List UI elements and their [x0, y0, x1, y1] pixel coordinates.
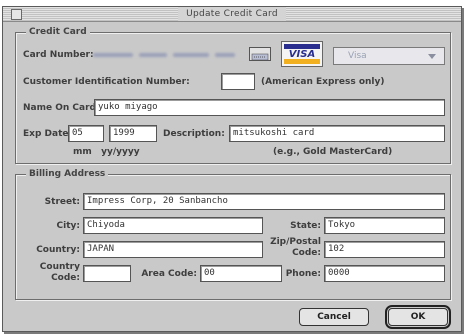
country-code-label-line2: Code: — [51, 273, 80, 283]
card-number-label: Card Number: — [23, 50, 94, 60]
phone-label: Phone: — [285, 269, 321, 279]
country-code-field[interactable] — [83, 265, 131, 282]
ok-button[interactable]: OK — [385, 305, 451, 329]
description-field[interactable]: mitsukoshi card — [229, 125, 445, 142]
street-label: Street: — [44, 197, 80, 207]
cancel-button[interactable]: Cancel — [299, 308, 369, 326]
exp-month-field[interactable]: 05 — [68, 125, 104, 142]
card-number-redacted — [85, 49, 241, 61]
exp-year-field[interactable]: 1999 — [109, 125, 157, 142]
city-label: City: — [56, 221, 80, 231]
country-field[interactable]: JAPAN — [83, 241, 263, 258]
exp-date-label: Exp Date: — [23, 129, 73, 139]
name-on-card-field[interactable]: yuko miyago — [94, 99, 445, 116]
visa-logo: VISA — [281, 41, 323, 67]
city-field[interactable]: Chiyoda — [83, 217, 263, 234]
area-code-field[interactable]: 00 — [200, 265, 282, 282]
window-title: Update Credit Card — [178, 7, 286, 21]
phone-field[interactable]: 0000 — [324, 265, 445, 282]
state-field[interactable]: Tokyo — [324, 217, 445, 234]
billing-address-group-title: Billing Address — [26, 168, 109, 180]
update-credit-card-dialog: Update Credit Card Credit Card Card Numb… — [2, 6, 462, 332]
zip-label-line2: Code: — [292, 248, 321, 258]
street-field[interactable]: Impress Corp, 20 Sanbancho — [83, 193, 445, 210]
area-code-label: Area Code: — [141, 269, 197, 279]
customer-id-field[interactable] — [221, 73, 255, 90]
customer-id-note: (American Express only) — [261, 77, 385, 87]
zip-field[interactable]: 102 — [324, 241, 445, 258]
exp-date-hint: mm yy/yyyy — [73, 147, 140, 157]
chevron-down-icon — [428, 54, 436, 59]
country-label: Country: — [36, 245, 80, 255]
card-type-value: Visa — [348, 51, 367, 61]
card-reader-icon[interactable] — [249, 47, 271, 61]
description-hint: (e.g., Gold MasterCard) — [273, 147, 393, 157]
description-label: Description: — [163, 129, 225, 139]
title-bar[interactable]: Update Credit Card — [3, 7, 461, 22]
customer-id-label: Customer Identification Number: — [23, 77, 190, 87]
credit-card-group-title: Credit Card — [26, 26, 90, 38]
card-type-select[interactable]: Visa — [333, 47, 445, 65]
state-label: State: — [290, 221, 321, 231]
close-box[interactable] — [11, 9, 22, 20]
name-on-card-label: Name On Card: — [23, 103, 100, 113]
